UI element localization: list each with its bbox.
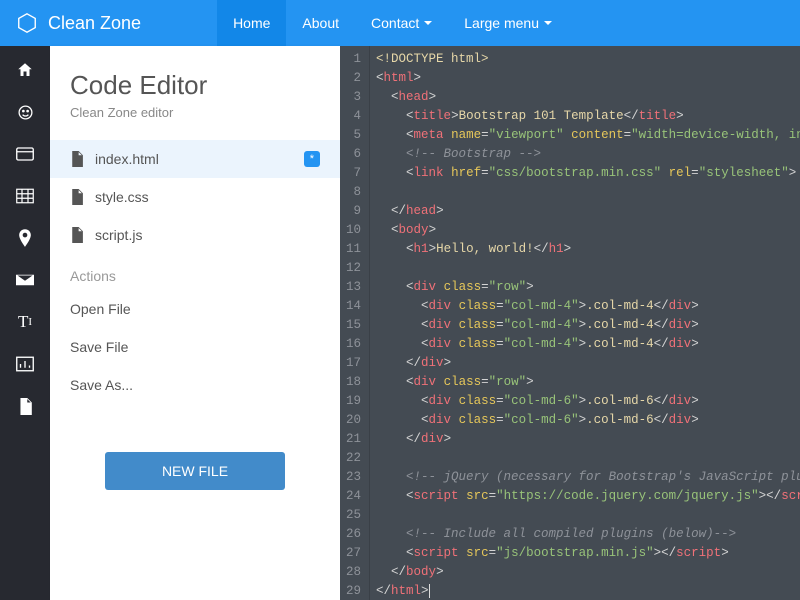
action-save-file[interactable]: Save File xyxy=(50,328,340,366)
modified-badge: * xyxy=(304,151,320,167)
nav-about[interactable]: About xyxy=(286,0,355,46)
topbar: Clean Zone Home About Contact Large menu xyxy=(0,0,800,46)
file-icon[interactable] xyxy=(14,396,36,416)
action-open-file[interactable]: Open File xyxy=(50,290,340,328)
file-item-index[interactable]: index.html * xyxy=(50,140,340,178)
brand-text: Clean Zone xyxy=(48,13,141,34)
smile-icon[interactable] xyxy=(14,102,36,122)
home-icon[interactable] xyxy=(14,60,36,80)
file-name: script.js xyxy=(95,227,142,243)
file-name: style.css xyxy=(95,189,149,205)
file-icon xyxy=(70,151,83,167)
page-subtitle: Clean Zone editor xyxy=(70,105,320,120)
file-list: index.html * style.css script.js xyxy=(50,140,340,254)
main: TI Code Editor Clean Zone editor index.h… xyxy=(0,46,800,600)
icon-sidebar: TI xyxy=(0,46,50,600)
page-title: Code Editor xyxy=(70,70,320,101)
chevron-down-icon xyxy=(544,21,552,25)
file-name: index.html xyxy=(95,151,159,167)
action-save-as[interactable]: Save As... xyxy=(50,366,340,404)
map-pin-icon[interactable] xyxy=(14,228,36,248)
brand[interactable]: Clean Zone xyxy=(0,12,157,34)
nav-large-menu[interactable]: Large menu xyxy=(448,0,568,46)
card-icon[interactable] xyxy=(14,144,36,164)
type-icon[interactable]: TI xyxy=(14,312,36,332)
logo-hex-icon xyxy=(16,12,38,34)
code-editor[interactable]: 1 2 3 4 5 6 7 8 9 10 11 12 13 14 15 16 1… xyxy=(340,46,800,600)
side-panel: Code Editor Clean Zone editor index.html… xyxy=(50,46,340,600)
file-icon xyxy=(70,189,83,205)
actions-header: Actions xyxy=(50,254,340,290)
nav-contact[interactable]: Contact xyxy=(355,0,448,46)
file-item-style[interactable]: style.css xyxy=(50,178,340,216)
file-icon xyxy=(70,227,83,243)
table-icon[interactable] xyxy=(14,186,36,206)
line-gutter: 1 2 3 4 5 6 7 8 9 10 11 12 13 14 15 16 1… xyxy=(340,46,370,600)
nav-home[interactable]: Home xyxy=(217,0,286,46)
file-item-script[interactable]: script.js xyxy=(50,216,340,254)
chart-icon[interactable] xyxy=(14,354,36,374)
chevron-down-icon xyxy=(424,21,432,25)
new-file-button[interactable]: NEW FILE xyxy=(105,452,285,490)
code-content[interactable]: <!DOCTYPE html> <html> <head> <title>Boo… xyxy=(370,46,800,600)
mail-icon[interactable] xyxy=(14,270,36,290)
top-nav: Home About Contact Large menu xyxy=(217,0,568,46)
